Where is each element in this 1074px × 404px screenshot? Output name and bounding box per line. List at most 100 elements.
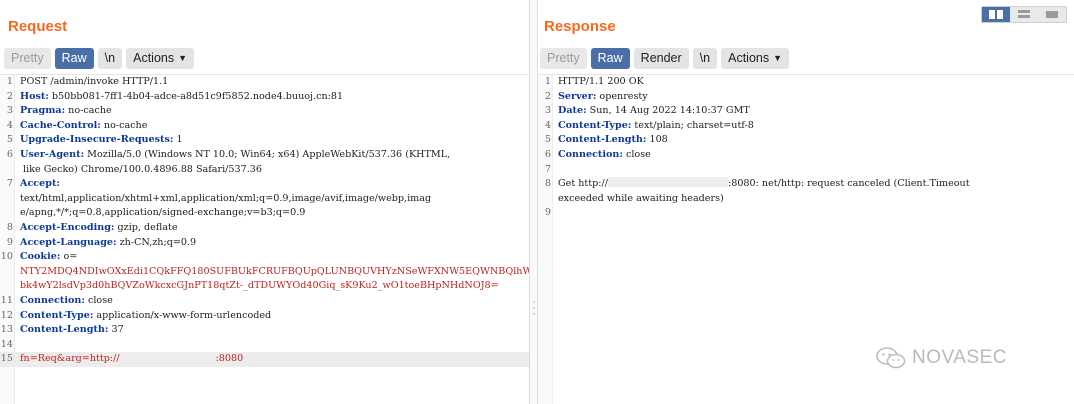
response-tab-render[interactable]: Render: [633, 48, 689, 69]
layout-tabs-button[interactable]: [1038, 7, 1066, 22]
request-code-line: 5 Upgrade-Insecure-Requests: 1: [0, 133, 530, 148]
columns-icon: [989, 10, 1003, 19]
header-value: openresty: [596, 90, 648, 102]
response-code-line: 3 Date: Sun, 14 Aug 2022 14:10:37 GMT: [538, 104, 1074, 119]
request-actions-label: Actions: [133, 51, 175, 65]
line-number: 9: [6, 236, 13, 248]
watermark-text: NOVASEC: [912, 347, 1008, 368]
layout-toggle: [981, 6, 1067, 23]
header-value: Mozilla/5.0 (Windows NT 10.0; Win64; x64…: [84, 148, 451, 160]
response-actions-button[interactable]: Actions ▼: [721, 48, 790, 69]
rows-icon: [1018, 10, 1030, 18]
line-text: exceeded while awaiting headers): [558, 192, 724, 204]
header-name: Host: [20, 90, 46, 102]
line-number: 10: [0, 251, 13, 263]
chevron-down-icon: ▼: [773, 53, 783, 63]
header-value: no-cache: [65, 105, 112, 117]
layout-side-by-side-button[interactable]: [982, 7, 1010, 22]
cookie-value: bk4wY2lsdVp3d0hBQVZoWkcxcGJnPT18qtZt-_dT…: [20, 280, 499, 292]
header-name: Accept-Language: [20, 236, 114, 248]
request-actions-button[interactable]: Actions ▼: [126, 48, 195, 69]
redacted-host: [607, 177, 728, 188]
response-code-line: 8 Get http:// :8080: net/http: request can…: [538, 177, 1074, 192]
line-number: 5: [6, 134, 13, 146]
line-text: like Gecko) Chrome/100.0.4896.88 Safari/…: [20, 163, 262, 175]
pane-splitter[interactable]: · · ·: [529, 0, 538, 404]
header-name: Connection: [20, 294, 82, 306]
request-tab-newline[interactable]: \n: [97, 48, 123, 69]
request-code-line: 12 Content-Type: application/x-www-form-u…: [0, 309, 530, 324]
line-number: 11: [0, 294, 13, 306]
line-number: 9: [544, 207, 551, 219]
header-name: Pragma: [20, 105, 62, 117]
cookie-value: NTY2MDQ4NDIwOXxEdi1CQkFFQ180SUFBUkFCRUFB…: [20, 265, 588, 277]
request-code-line: 7 Accept:: [0, 177, 530, 192]
request-code[interactable]: 1 POST /admin/invoke HTTP/1.1 2 Host: b50bb…: [0, 75, 588, 367]
header-value: 1: [173, 134, 183, 146]
request-code-line: bk4wY2lsdVp3d0hBQVZoWkcxcGJnPT18qtZt-_dT…: [0, 279, 530, 294]
header-name: Content-Length: [558, 134, 643, 146]
line-number: 7: [544, 163, 551, 175]
response-code-line: 6 Connection: close: [538, 148, 1074, 163]
line-number: 8: [544, 178, 551, 190]
line-number: 7: [6, 178, 13, 190]
header-name: Date: [558, 105, 584, 117]
response-pane: Response Pretty Raw Render \n Actions ▼ 1…: [538, 0, 1074, 404]
request-pane: Request Pretty Raw \n Actions ▼ 1 POST /ad…: [0, 0, 588, 404]
request-code-line: 15 fn=Req&arg=http://:8080: [0, 352, 530, 367]
line-number: 2: [6, 90, 13, 102]
response-toolbar: Pretty Raw Render \n Actions ▼: [540, 48, 790, 69]
request-title: Request: [8, 18, 68, 35]
line-number: 6: [6, 148, 13, 160]
request-toolbar: Pretty Raw \n Actions ▼: [4, 48, 195, 69]
header-name: Content-Type: [20, 309, 90, 321]
response-actions-label: Actions: [728, 51, 770, 65]
line-text: POST /admin/invoke HTTP/1.1: [20, 76, 169, 87]
request-code-line: 3 Pragma: no-cache: [0, 104, 530, 119]
header-colon: :: [56, 178, 60, 190]
line-text: text/html,application/xhtml+xml,applicat…: [20, 192, 432, 204]
line-number: 1: [544, 76, 551, 87]
header-name: Accept-Encoding: [20, 221, 111, 233]
line-number: 4: [6, 119, 13, 131]
line-number: 15: [0, 353, 13, 365]
watermark: NOVASEC: [876, 346, 1007, 370]
response-title: Response: [544, 18, 616, 35]
header-name: Cache-Control: [20, 119, 98, 131]
drag-handle-icon[interactable]: · · ·: [532, 295, 536, 319]
header-value: zh-CN,zh;q=0.9: [116, 236, 197, 248]
header-name: Accept: [20, 178, 57, 190]
request-code-line: 2 Host: b50bb081-7ff1-4b04-adce-a8d51c9f5…: [0, 90, 530, 105]
response-code-line: 4 Content-Type: text/plain; charset=utf-8: [538, 119, 1074, 134]
header-value: no-cache: [100, 119, 148, 131]
line-number: 1: [6, 76, 13, 87]
request-tab-raw[interactable]: Raw: [54, 48, 94, 69]
body-params: fn=Req&arg=http://: [20, 353, 120, 365]
header-value: text/plain; charset=utf-8: [631, 119, 754, 131]
request-editor[interactable]: 1 POST /admin/invoke HTTP/1.1 2 Host: b50bb…: [0, 74, 588, 404]
request-code-line: text/html,application/xhtml+xml,applicat…: [0, 192, 530, 207]
response-code[interactable]: 1 HTTP/1.1 200 OK 2 Server: openresty 3 Date:…: [538, 75, 1074, 221]
header-value: b50bb081-7ff1-4b04-adce-a8d51c9f5852.nod…: [48, 90, 344, 102]
request-code-line: like Gecko) Chrome/100.0.4896.88 Safari/…: [0, 163, 530, 178]
header-value: Sun, 14 Aug 2022 14:10:37 GMT: [586, 105, 750, 117]
header-value: o=: [60, 251, 78, 263]
request-tab-pretty[interactable]: Pretty: [4, 48, 51, 69]
chevron-down-icon: ▼: [178, 53, 188, 63]
wechat-icon: [876, 347, 906, 369]
line-number: 12: [0, 309, 13, 321]
response-tab-newline[interactable]: \n: [692, 48, 718, 69]
layout-stacked-button[interactable]: [1010, 7, 1038, 22]
request-code-line: 14: [0, 338, 530, 353]
header-value: 37: [108, 324, 124, 336]
request-code-line: 4 Cache-Control: no-cache: [0, 119, 530, 134]
line-number: 6: [544, 148, 551, 160]
request-code-line: 10 Cookie: o=: [0, 250, 530, 265]
request-code-line: 9 Accept-Language: zh-CN,zh;q=0.9: [0, 236, 530, 251]
error-text-rest: :8080: net/http: request canceled (Clien…: [727, 178, 970, 190]
line-number: 8: [6, 221, 13, 233]
error-text: Get http://: [558, 178, 608, 190]
line-number: 2: [544, 90, 551, 102]
response-tab-raw[interactable]: Raw: [590, 48, 630, 69]
response-tab-pretty[interactable]: Pretty: [540, 48, 587, 69]
